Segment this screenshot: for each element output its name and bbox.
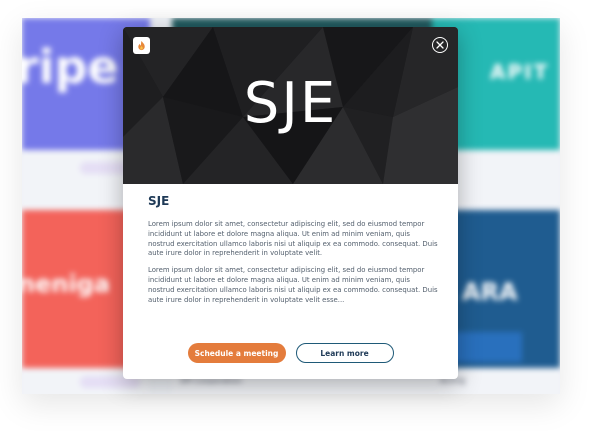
- company-modal: SJE SJE Lorem ipsum dolor sit amet, cons…: [123, 27, 458, 379]
- hero-title: SJE: [243, 71, 338, 136]
- company-name: SJE: [148, 194, 170, 208]
- description-paragraph: Lorem ipsum dolor sit amet, consectetur …: [148, 266, 438, 304]
- close-button[interactable]: [432, 37, 448, 53]
- flame-icon: [133, 37, 150, 54]
- modal-body: SJE Lorem ipsum dolor sit amet, consecte…: [148, 194, 438, 312]
- description-paragraph: Lorem ipsum dolor sit amet, consectetur …: [148, 220, 438, 258]
- close-icon: [436, 41, 444, 49]
- learn-more-button[interactable]: Learn more: [295, 343, 394, 363]
- schedule-meeting-button[interactable]: Schedule a meeting: [187, 343, 286, 363]
- hero-banner: SJE: [123, 27, 458, 184]
- modal-actions: Schedule a meeting Learn more: [123, 343, 458, 363]
